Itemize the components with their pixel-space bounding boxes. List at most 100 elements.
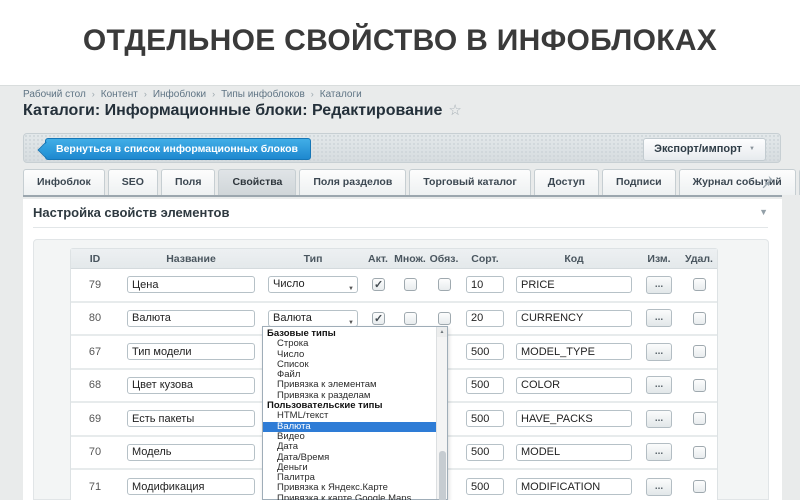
dropdown-option[interactable]: Строка (263, 339, 436, 349)
breadcrumb-separator: › (311, 89, 314, 99)
breadcrumb-separator: › (144, 89, 147, 99)
breadcrumb-item[interactable]: Инфоблоки (153, 89, 206, 100)
dropdown-option[interactable]: HTML/текст (263, 411, 436, 421)
delete-checkbox[interactable] (693, 312, 706, 325)
column-header: Обяз. (427, 253, 461, 265)
property-name-input[interactable] (127, 310, 255, 327)
dropdown-option[interactable]: Видео (263, 432, 436, 442)
active-checkbox[interactable] (372, 312, 385, 325)
section-title: Настройка свойств элементов (33, 205, 229, 220)
code-input[interactable] (516, 343, 632, 360)
export-import-button[interactable]: Экспорт/импорт▼ (643, 138, 766, 161)
property-name-input[interactable] (127, 478, 255, 495)
property-name-input[interactable] (127, 444, 255, 461)
dropdown-option[interactable]: Дата (263, 442, 436, 452)
tab-Торговый каталог[interactable]: Торговый каталог (409, 169, 530, 195)
cell (461, 403, 509, 435)
cell (119, 336, 263, 368)
delete-checkbox[interactable] (693, 278, 706, 291)
edit-settings-button[interactable]: ... (646, 478, 672, 496)
column-header: Тип (263, 253, 363, 265)
breadcrumb-item[interactable]: Контент (101, 89, 138, 100)
cell: 71 (71, 470, 119, 500)
edit-settings-button[interactable]: ... (646, 276, 672, 294)
dropdown-option[interactable]: Деньги (263, 463, 436, 473)
tab-Журнал событий[interactable]: Журнал событий (679, 169, 796, 195)
code-input[interactable] (516, 377, 632, 394)
dropdown-option[interactable]: Число (263, 350, 436, 360)
edit-settings-button[interactable]: ... (646, 410, 672, 428)
multiple-checkbox[interactable] (404, 278, 417, 291)
collapse-section-icon[interactable]: ▼ (759, 207, 768, 217)
type-select[interactable]: Валюта▼ (268, 310, 358, 327)
dropdown-option[interactable]: Валюта (263, 422, 436, 432)
code-input[interactable] (516, 310, 632, 327)
cell (119, 437, 263, 469)
edit-settings-button[interactable]: ... (646, 343, 672, 361)
sort-input[interactable] (466, 310, 504, 327)
page-title-text: Каталоги: Информационные блоки: Редактир… (23, 102, 442, 119)
dropdown-option[interactable]: Список (263, 360, 436, 370)
column-header: Код (509, 253, 639, 265)
favorite-star-icon[interactable]: ☆ (448, 102, 461, 119)
sort-input[interactable] (466, 343, 504, 360)
tab-Подписи[interactable]: Подписи (602, 169, 676, 195)
delete-checkbox[interactable] (693, 345, 706, 358)
required-checkbox[interactable] (438, 312, 451, 325)
dropdown-option[interactable]: Привязка к карте Google Maps (263, 494, 436, 500)
edit-settings-button[interactable]: ... (646, 309, 672, 327)
code-input[interactable] (516, 478, 632, 495)
code-input[interactable] (516, 276, 632, 293)
code-input[interactable] (516, 444, 632, 461)
edit-settings-button[interactable]: ... (646, 443, 672, 461)
tab-Поля[interactable]: Поля (161, 169, 216, 195)
property-name-input[interactable] (127, 410, 255, 427)
breadcrumb-item[interactable]: Каталоги (320, 89, 362, 100)
scrollbar-thumb[interactable] (439, 451, 446, 500)
property-name-input[interactable] (127, 343, 255, 360)
active-checkbox[interactable] (372, 278, 385, 291)
tab-SEO[interactable]: SEO (108, 169, 158, 195)
dropdown-option[interactable]: Палитра (263, 473, 436, 483)
delete-checkbox[interactable] (693, 412, 706, 425)
dropdown-option[interactable]: Привязка к разделам (263, 391, 436, 401)
delete-checkbox[interactable] (693, 480, 706, 493)
sort-input[interactable] (466, 276, 504, 293)
back-to-list-button[interactable]: Вернуться в список информационных блоков (45, 138, 311, 160)
column-header: Название (119, 253, 263, 265)
code-input[interactable] (516, 410, 632, 427)
cell: 68 (71, 370, 119, 402)
sort-input[interactable] (466, 410, 504, 427)
cell (461, 370, 509, 402)
tab-Доступ[interactable]: Доступ (534, 169, 599, 195)
cell (509, 336, 639, 368)
screen: ОТДЕЛЬНОЕ СВОЙСТВО В ИНФОБЛОКАХ Рабочий … (0, 0, 800, 500)
tab-Свойства[interactable]: Свойства (218, 169, 296, 195)
cell: ... (639, 437, 679, 469)
breadcrumb-item[interactable]: Рабочий стол (23, 89, 86, 100)
type-select[interactable]: Число▼ (268, 276, 358, 293)
delete-checkbox[interactable] (693, 446, 706, 459)
tab-Инфоблок[interactable]: Инфоблок (23, 169, 105, 195)
required-checkbox[interactable] (438, 278, 451, 291)
dropdown-option[interactable]: Привязка к элементам (263, 380, 436, 390)
dropdown-scrollbar[interactable]: ▲ (436, 327, 447, 499)
dropdown-option[interactable]: Файл (263, 370, 436, 380)
edit-settings-button[interactable]: ... (646, 376, 672, 394)
sort-input[interactable] (466, 377, 504, 394)
dropdown-option[interactable]: Привязка к Яндекс.Карте (263, 483, 436, 493)
sort-input[interactable] (466, 444, 504, 461)
property-name-input[interactable] (127, 276, 255, 293)
pin-icon[interactable] (760, 175, 774, 189)
column-header: Акт. (363, 253, 393, 265)
breadcrumb-item[interactable]: Типы инфоблоков (221, 89, 305, 100)
property-name-input[interactable] (127, 377, 255, 394)
cell (509, 303, 639, 335)
top-banner: ОТДЕЛЬНОЕ СВОЙСТВО В ИНФОБЛОКАХ (0, 0, 800, 85)
multiple-checkbox[interactable] (404, 312, 417, 325)
delete-checkbox[interactable] (693, 379, 706, 392)
scroll-up-icon[interactable]: ▲ (437, 327, 447, 337)
sort-input[interactable] (466, 478, 504, 495)
dropdown-option[interactable]: Дата/Время (263, 453, 436, 463)
tab-Поля разделов[interactable]: Поля разделов (299, 169, 406, 195)
